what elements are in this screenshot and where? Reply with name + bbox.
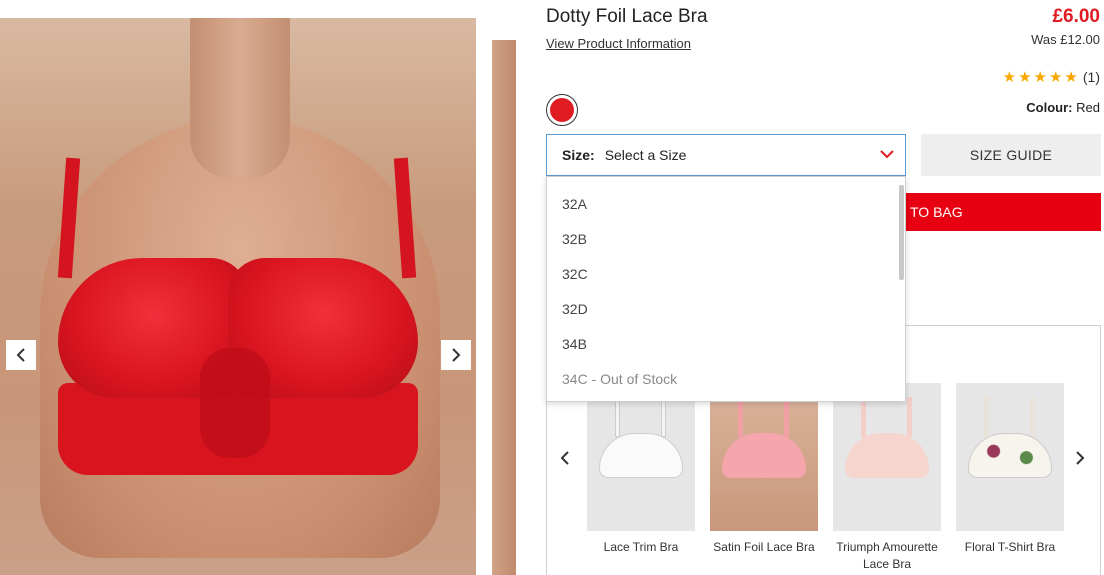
recs-next-button[interactable]: [1074, 450, 1086, 471]
star-icon: ★: [1002, 69, 1017, 86]
size-option-34c-out-of-stock[interactable]: 34C - Out of Stock: [547, 362, 897, 397]
colour-value: Red: [1076, 100, 1100, 115]
chevron-right-icon: [452, 348, 461, 362]
add-to-bag-button[interactable]: TO BAG: [900, 193, 1101, 231]
rec-image: [956, 383, 1064, 531]
size-select-value: Select a Size: [604, 147, 687, 163]
rec-card[interactable]: Lace Trim Bra: [587, 383, 695, 556]
gallery-next-button[interactable]: [441, 340, 471, 370]
add-to-bag-label: TO BAG: [910, 204, 963, 220]
size-option-34b[interactable]: 34B: [547, 327, 897, 362]
rec-name: Floral T-Shirt Bra: [964, 540, 1056, 554]
rec-image: [710, 383, 818, 531]
size-option-32a[interactable]: 32A: [547, 187, 897, 222]
product-photo: [0, 18, 476, 575]
size-select-label: Size:: [562, 147, 595, 163]
dropdown-scrollbar[interactable]: [899, 185, 904, 280]
size-options: 32A 32B 32C 32D 34B 34C - Out of Stock: [547, 187, 897, 397]
size-select[interactable]: Size: Select a Size: [546, 134, 906, 176]
rating-count: (1): [1082, 69, 1100, 85]
gallery-prev-button[interactable]: [6, 340, 36, 370]
product-image-gallery: [0, 18, 476, 575]
size-guide-button[interactable]: SIZE GUIDE: [921, 134, 1101, 176]
rec-card[interactable]: Triumph Amourette Lace Bra: [833, 383, 941, 573]
star-icon: ★: [1033, 69, 1047, 86]
product-page: Dotty Foil Lace Bra View Product Informa…: [0, 0, 1104, 575]
colour-label-text: Colour:: [1026, 100, 1073, 115]
chevron-left-icon: [560, 451, 569, 465]
colour-label: Colour: Red: [1026, 100, 1100, 115]
size-option-32d[interactable]: 32D: [547, 292, 897, 327]
colour-swatch-red[interactable]: [546, 94, 578, 126]
product-photo-secondary[interactable]: [492, 40, 516, 575]
chevron-right-icon: [1076, 451, 1085, 465]
size-option-32c[interactable]: 32C: [547, 257, 897, 292]
rec-card[interactable]: Floral T-Shirt Bra: [956, 383, 1064, 556]
rating[interactable]: ★ ★ ★ ★ ★ (1): [1003, 68, 1100, 86]
star-icon: ★: [1064, 69, 1078, 86]
view-product-information-link[interactable]: View Product Information: [546, 36, 691, 51]
star-icon: ★: [1018, 69, 1032, 86]
star-icon: ★: [1048, 69, 1063, 86]
size-option-32b[interactable]: 32B: [547, 222, 897, 257]
rec-card[interactable]: Satin Foil Lace Bra: [710, 383, 818, 556]
size-dropdown-list[interactable]: 32A 32B 32C 32D 34B 34C - Out of Stock: [546, 176, 906, 402]
product-price: £6.00: [1052, 6, 1100, 27]
product-title: Dotty Foil Lace Bra: [546, 6, 708, 27]
rec-name: Lace Trim Bra: [603, 540, 679, 554]
recs-prev-button[interactable]: [559, 450, 571, 471]
chevron-left-icon: [16, 348, 25, 362]
rec-image: [833, 383, 941, 531]
was-price: Was £12.00: [1031, 32, 1100, 47]
swatch-fill: [550, 98, 574, 122]
rec-image: [587, 383, 695, 531]
chevron-down-icon: [880, 150, 894, 159]
rec-name: Triumph Amourette Lace Bra: [836, 540, 938, 571]
rec-name: Satin Foil Lace Bra: [713, 540, 815, 554]
